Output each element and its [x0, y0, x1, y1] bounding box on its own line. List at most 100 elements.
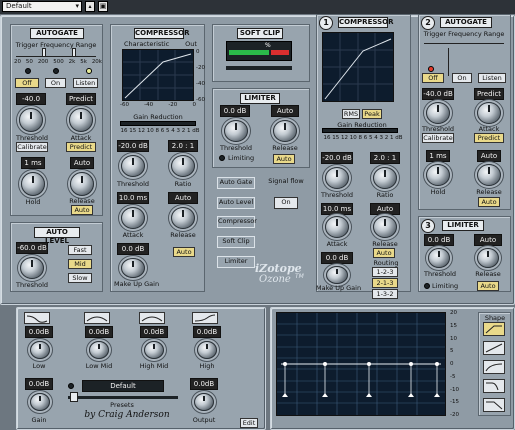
- shape-highpass-button[interactable]: [483, 322, 505, 336]
- band1-ratio-readout[interactable]: 2.0 : 1: [370, 152, 400, 164]
- band1-makeup-readout[interactable]: 0.0 dB: [321, 252, 353, 264]
- shape-lowpass-button[interactable]: [483, 398, 505, 412]
- band1-release-readout[interactable]: Auto: [370, 203, 400, 215]
- preset-fader[interactable]: [68, 396, 178, 399]
- eq-highmid-readout[interactable]: 0.0dB: [140, 326, 168, 338]
- eq-high-knob[interactable]: [197, 341, 217, 359]
- comp-release-readout[interactable]: Auto: [168, 192, 198, 204]
- band3-threshold-readout[interactable]: 0.0 dB: [424, 234, 454, 246]
- limiter-release-readout[interactable]: Auto: [271, 105, 299, 117]
- band1-attack-readout[interactable]: 10.0 ms: [321, 203, 353, 215]
- shape-shelf-button[interactable]: [483, 360, 505, 374]
- level-threshold-readout[interactable]: -60.0 dB: [16, 242, 48, 254]
- gate-listen-button[interactable]: Listen: [73, 78, 98, 88]
- band2-trigger-slider[interactable]: [424, 38, 504, 44]
- band2-release-auto-button[interactable]: Auto: [478, 197, 500, 207]
- comp-ratio-readout[interactable]: 2.0 : 1: [168, 140, 198, 152]
- band1-ratio-knob[interactable]: [373, 167, 397, 189]
- gate-attack-readout[interactable]: Predict: [66, 93, 96, 105]
- band1-makeup-knob[interactable]: [326, 266, 348, 284]
- flow-compressor[interactable]: Compressor: [217, 216, 257, 228]
- band1-release-knob[interactable]: [373, 216, 397, 238]
- trigger-slider-handle-2[interactable]: [72, 48, 76, 57]
- band2-release-readout[interactable]: Auto: [477, 150, 501, 162]
- preset-fader-handle[interactable]: [70, 392, 78, 402]
- signal-flow-on-button[interactable]: On: [274, 197, 298, 209]
- level-threshold-knob[interactable]: [20, 257, 44, 279]
- comp-attack-knob[interactable]: [121, 207, 145, 229]
- route-1-2-3-button[interactable]: 1-2-3: [372, 267, 398, 277]
- band2-listen-button[interactable]: Listen: [478, 73, 506, 83]
- flow-auto-level[interactable]: Auto Level: [217, 197, 255, 209]
- save-icon[interactable]: ▣: [98, 1, 108, 12]
- trigger-frequency-slider[interactable]: [16, 50, 96, 57]
- comp-release-auto-button[interactable]: Auto: [173, 247, 195, 257]
- band1-peak-button[interactable]: Peak: [362, 109, 382, 119]
- route-1-3-2-button[interactable]: 1-3-2: [372, 289, 398, 299]
- route-2-1-3-button[interactable]: 2-1-3: [372, 278, 398, 288]
- comp-ratio-knob[interactable]: [171, 155, 195, 177]
- eq-high-readout[interactable]: 0.0dB: [193, 326, 221, 338]
- gate-hold-knob[interactable]: [21, 172, 45, 196]
- softclip-slider[interactable]: [226, 66, 292, 70]
- eq-lowmid-readout[interactable]: 0.0dB: [85, 326, 113, 338]
- eq-lowmid-knob[interactable]: [89, 341, 109, 359]
- gate-attack-knob[interactable]: [69, 108, 93, 132]
- limiter-threshold-readout[interactable]: 0.0 dB: [220, 105, 250, 117]
- eq-highmid-knob[interactable]: [144, 341, 164, 359]
- band1-threshold-readout[interactable]: -20.0 dB: [321, 152, 353, 164]
- band2-hold-knob[interactable]: [426, 164, 450, 186]
- limiter-threshold-knob[interactable]: [224, 120, 248, 142]
- eq-gain-knob[interactable]: [30, 393, 50, 411]
- comp-makeup-knob[interactable]: [121, 258, 145, 278]
- band1-rms-button[interactable]: RMS: [342, 109, 360, 119]
- band1-tab[interactable]: 1: [319, 16, 333, 30]
- flow-soft-clip[interactable]: Soft Clip: [217, 236, 255, 248]
- calibrate-button[interactable]: Calibrate: [16, 142, 48, 152]
- eq-output-knob[interactable]: [194, 393, 214, 411]
- band3-threshold-knob[interactable]: [428, 248, 450, 268]
- eq-low-readout[interactable]: 0.0dB: [25, 326, 53, 338]
- band2-calibrate-button[interactable]: Calibrate: [422, 133, 454, 143]
- level-slow-button[interactable]: Slow: [68, 273, 92, 283]
- gate-off-button[interactable]: Off: [15, 78, 39, 88]
- limiter-release-auto-button[interactable]: Auto: [273, 154, 295, 164]
- predict-button[interactable]: Predict: [66, 142, 96, 152]
- shape-bell-button[interactable]: [483, 341, 505, 355]
- band2-threshold-readout[interactable]: -40.0 dB: [422, 88, 454, 100]
- eq-low-shape-button[interactable]: [24, 312, 50, 324]
- preset-select[interactable]: Default ▾: [2, 1, 82, 12]
- band1-attack-knob[interactable]: [325, 216, 349, 238]
- band2-off-button[interactable]: Off: [422, 73, 444, 83]
- eq-low-knob[interactable]: [30, 341, 50, 359]
- gate-on-button[interactable]: On: [45, 78, 66, 88]
- band2-hold-readout[interactable]: 1 ms: [426, 150, 450, 162]
- band1-threshold-knob[interactable]: [325, 167, 349, 189]
- gate-release-auto-button[interactable]: Auto: [71, 205, 93, 215]
- band3-tab[interactable]: 3: [421, 219, 435, 233]
- eq-high-shape-button[interactable]: [192, 312, 218, 324]
- comp-threshold-knob[interactable]: [121, 155, 145, 177]
- level-mid-button[interactable]: Mid: [68, 259, 92, 269]
- comp-release-knob[interactable]: [171, 207, 195, 229]
- gate-threshold-readout[interactable]: -40.0 dB: [16, 93, 46, 113]
- preset-menu-button[interactable]: ▴: [85, 1, 95, 12]
- band3-release-readout[interactable]: Auto: [474, 234, 502, 246]
- eq-lowmid-shape-button[interactable]: [84, 312, 110, 324]
- eq-highmid-shape-button[interactable]: [139, 312, 165, 324]
- edit-button[interactable]: Edit: [240, 418, 258, 428]
- band1-release-auto-button[interactable]: Auto: [373, 248, 395, 258]
- band2-on-button[interactable]: On: [452, 73, 472, 83]
- band3-release-knob[interactable]: [477, 248, 499, 268]
- eq-gain-readout[interactable]: 0.0dB: [25, 378, 53, 390]
- eq-preset-display[interactable]: Default: [82, 380, 164, 392]
- band3-release-auto-button[interactable]: Auto: [477, 281, 499, 291]
- comp-threshold-readout[interactable]: -20.0 dB: [117, 140, 149, 152]
- band2-release-knob[interactable]: [477, 164, 501, 186]
- band2-attack-knob[interactable]: [477, 102, 501, 124]
- comp-attack-readout[interactable]: 10.0 ms: [117, 192, 149, 204]
- comp-makeup-readout[interactable]: 0.0 dB: [117, 243, 149, 255]
- eq-output-readout[interactable]: 0.0dB: [190, 378, 218, 390]
- gate-hold-readout[interactable]: 1 ms: [21, 157, 45, 169]
- band2-threshold-knob[interactable]: [426, 102, 450, 124]
